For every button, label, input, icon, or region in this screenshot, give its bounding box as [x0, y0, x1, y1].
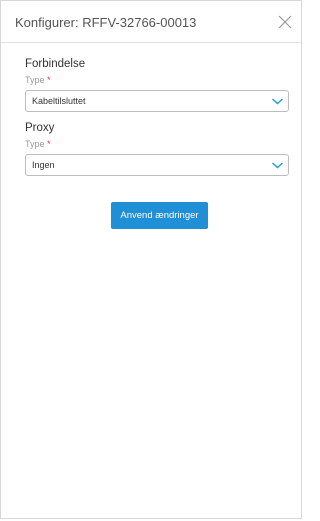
apply-changes-button[interactable]: Anvend ændringer [111, 202, 208, 229]
chevron-down-icon [272, 162, 283, 169]
panel-title: Konfigurer: RFFV-32766-00013 [15, 15, 197, 30]
close-icon[interactable] [277, 14, 293, 30]
connection-type-value: Kabeltilsluttet [32, 96, 86, 106]
proxy-type-select[interactable]: Ingen [25, 154, 289, 176]
connection-type-select[interactable]: Kabeltilsluttet [25, 90, 289, 112]
connection-type-label-text: Type [25, 75, 45, 85]
proxy-type-value: Ingen [32, 160, 55, 170]
connection-type-label: Type * [25, 75, 51, 85]
panel-header: Konfigurer: RFFV-32766-00013 [1, 1, 301, 43]
connection-section-title: Forbindelse [25, 58, 86, 70]
proxy-section-title: Proxy [25, 122, 55, 134]
configure-panel: Konfigurer: RFFV-32766-00013 Forbindelse… [0, 0, 302, 519]
proxy-type-label-text: Type [25, 139, 45, 149]
required-marker: * [47, 75, 51, 85]
proxy-type-label: Type * [25, 139, 51, 149]
required-marker: * [47, 139, 51, 149]
chevron-down-icon [272, 98, 283, 105]
